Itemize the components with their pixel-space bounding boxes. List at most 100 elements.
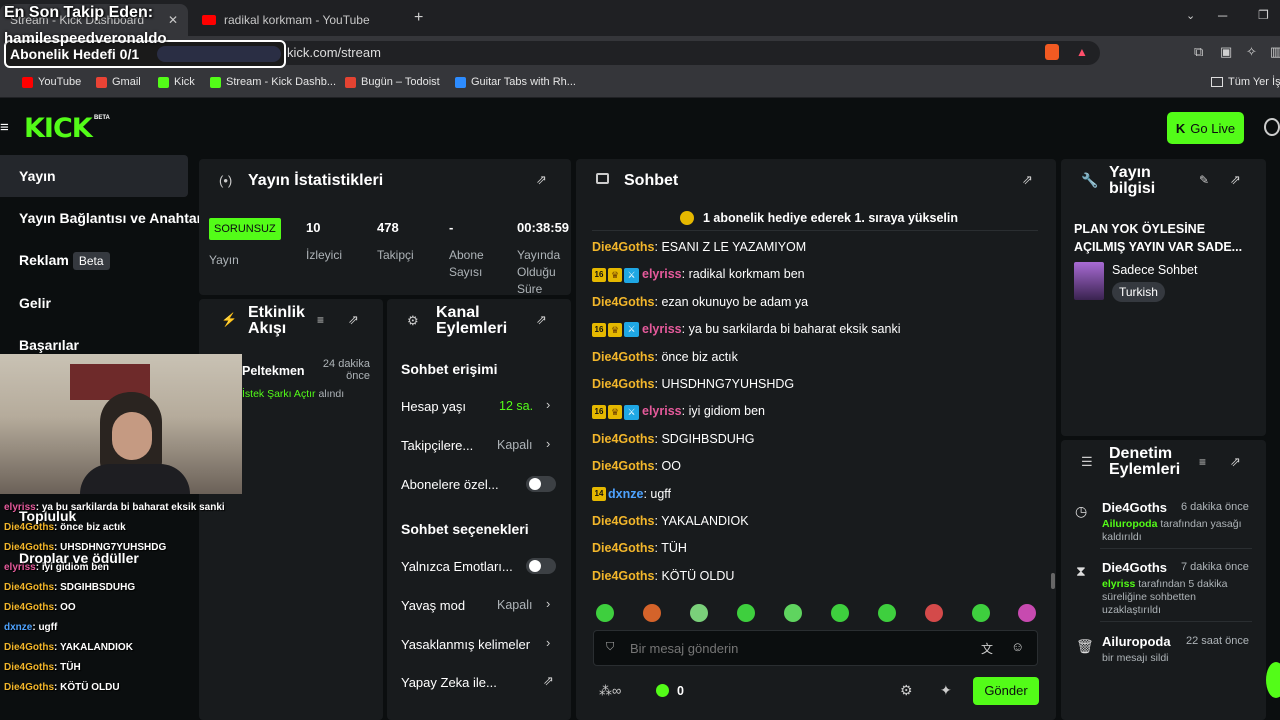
- chevron-right-icon[interactable]: ›: [546, 436, 550, 451]
- send-button[interactable]: Gönder: [973, 677, 1039, 705]
- bookmark-gmail[interactable]: Gmail: [96, 76, 141, 88]
- emote-icon[interactable]: [643, 604, 661, 622]
- bookmark-guitar-tabs[interactable]: Guitar Tabs with Rh...: [455, 76, 576, 88]
- sidebar-item-revenue[interactable]: Gelir: [19, 295, 51, 311]
- chat-message[interactable]: 16 ♛ ⚔ elyriss: iyi gidiom ben: [592, 404, 765, 420]
- emote-icon[interactable]: [690, 604, 708, 622]
- chat-username[interactable]: elyriss: [642, 267, 682, 281]
- mod-user: Die4Goths: [1102, 560, 1168, 575]
- chat-username[interactable]: Die4Goths: [592, 541, 655, 555]
- chat-message[interactable]: 16 ♛ ⚔ elyriss: radikal korkmam ben: [592, 267, 805, 283]
- chat-message[interactable]: Die4Goths: ezan okunuyo be adam ya: [592, 295, 808, 309]
- minimize-icon[interactable]: ─: [1218, 8, 1227, 23]
- sidebar-item-ads[interactable]: Reklam Beta: [19, 252, 110, 270]
- account-age-label[interactable]: Hesap yaşı: [401, 399, 466, 414]
- chat-message[interactable]: Die4Goths: UHSDHNG7YUHSHDG: [592, 377, 794, 391]
- brave-rewards-icon[interactable]: ▲: [1076, 45, 1088, 59]
- popout-icon[interactable]: ⇗: [1230, 454, 1241, 470]
- maximize-icon[interactable]: ❐: [1258, 8, 1269, 22]
- banned-words-label[interactable]: Yasaklanmış kelimeler: [401, 637, 530, 652]
- sidebar-item-achievements[interactable]: Başarılar: [19, 337, 79, 353]
- chat-username[interactable]: Die4Goths: [592, 350, 655, 364]
- emote-icon[interactable]: [1018, 604, 1036, 622]
- chat-message[interactable]: 16 ♛ ⚔ elyriss: ya bu sarkilarda bi baharat…: [592, 322, 901, 338]
- sidebar-item-stream[interactable]: Yayın: [19, 168, 56, 184]
- bookmark-all[interactable]: Tüm Yer İş: [1211, 76, 1280, 88]
- puzzle-icon[interactable]: ✦: [940, 682, 952, 699]
- avatar[interactable]: [1264, 118, 1280, 136]
- broadcast-icon: (•): [219, 173, 233, 188]
- bookmark-label: Bugün – Todoist: [361, 76, 440, 88]
- filter-icon[interactable]: ≡: [317, 313, 324, 327]
- chat-username[interactable]: Die4Goths: [592, 569, 655, 583]
- chevron-right-icon[interactable]: ›: [546, 596, 550, 611]
- chat-username[interactable]: dxnze: [608, 487, 643, 501]
- emote-icon[interactable]: [784, 604, 802, 622]
- chat-input[interactable]: [630, 638, 960, 658]
- sidebar-item-stream-key[interactable]: Yayın Bağlantısı ve Anahtar: [19, 210, 202, 226]
- chat-message[interactable]: 14 dxnze: ugff: [592, 487, 671, 502]
- slow-mode-label[interactable]: Yavaş mod: [401, 598, 465, 613]
- settings-gear-icon[interactable]: ⚙: [900, 682, 913, 699]
- translate-icon[interactable]: 文: [981, 640, 993, 657]
- chat-username[interactable]: Die4Goths: [592, 295, 655, 309]
- emote-icon[interactable]: [925, 604, 943, 622]
- new-tab-button[interactable]: +: [414, 9, 423, 27]
- bookmark-youtube[interactable]: YouTube: [22, 76, 81, 88]
- bookmark-kick-dashboard[interactable]: Stream - Kick Dashb...: [210, 76, 336, 88]
- floating-action-button[interactable]: [1266, 662, 1280, 698]
- chevron-right-icon[interactable]: ›: [546, 635, 550, 650]
- emote-icon[interactable]: [831, 604, 849, 622]
- brave-shield-icon[interactable]: [1045, 44, 1059, 60]
- popout-icon[interactable]: ⇗: [348, 312, 359, 328]
- edit-icon[interactable]: ✎: [1199, 173, 1209, 187]
- popout-icon[interactable]: ⇗: [1022, 172, 1033, 188]
- chevron-right-icon[interactable]: ›: [546, 397, 550, 412]
- leo-icon[interactable]: ✧: [1246, 44, 1257, 60]
- chat-scrollbar[interactable]: [1051, 573, 1055, 589]
- emote-icon[interactable]: [737, 604, 755, 622]
- users-icon[interactable]: ⁂∞: [599, 683, 621, 699]
- chat-message[interactable]: Die4Goths: ESANI Z LE YAZAMIYOM: [592, 240, 806, 254]
- tab-youtube[interactable]: radikal korkmam - YouTube: [192, 4, 412, 36]
- chat-username[interactable]: elyriss: [642, 322, 682, 336]
- popout-icon[interactable]: ⇗: [536, 312, 547, 328]
- followers-only-label[interactable]: Takipçilere...: [401, 438, 473, 453]
- popout-icon[interactable]: ⇗: [536, 172, 547, 188]
- bookmark-todoist[interactable]: Bugün – Todoist: [345, 76, 440, 88]
- chat-username[interactable]: Die4Goths: [592, 377, 655, 391]
- extensions-icon[interactable]: ⧉: [1194, 44, 1203, 60]
- chat-username[interactable]: Die4Goths: [592, 459, 655, 473]
- filter-icon[interactable]: ≡: [1199, 455, 1206, 469]
- chat-username[interactable]: Die4Goths: [592, 514, 655, 528]
- popout-icon[interactable]: ⇗: [1230, 172, 1241, 188]
- go-live-button[interactable]: K Go Live: [1167, 112, 1244, 144]
- close-icon[interactable]: ✕: [168, 13, 178, 27]
- chat-message[interactable]: Die4Goths: önce biz actık: [592, 350, 738, 364]
- menu-icon[interactable]: ≡: [0, 119, 9, 136]
- emote-icon[interactable]: [596, 604, 614, 622]
- overlay-chat-line: dxnze: ugff: [4, 622, 57, 633]
- external-link-icon[interactable]: ⇗: [543, 673, 554, 689]
- wallet-icon[interactable]: ▥: [1270, 44, 1280, 60]
- chat-message[interactable]: Die4Goths: YAKALANDIOK: [592, 514, 749, 528]
- chat-username[interactable]: Die4Goths: [592, 240, 655, 254]
- emote-icon[interactable]: [878, 604, 896, 622]
- chat-message[interactable]: Die4Goths: OO: [592, 459, 681, 473]
- chat-message[interactable]: Die4Goths: SDGIHBSDUHG: [592, 432, 755, 446]
- chat-message[interactable]: Die4Goths: TÜH: [592, 541, 687, 555]
- bookmark-kick[interactable]: Kick: [158, 76, 195, 88]
- chat-message[interactable]: Die4Goths: KÖTÜ OLDU: [592, 569, 734, 583]
- tab-search-icon[interactable]: ⌄: [1186, 9, 1195, 22]
- subs-only-toggle[interactable]: [526, 476, 556, 492]
- kick-logo[interactable]: KICK: [24, 113, 93, 144]
- webcam-feed: [0, 354, 242, 494]
- emote-icon[interactable]: [972, 604, 990, 622]
- url-field[interactable]: kick.com/stream: [150, 41, 1100, 65]
- sidebar-icon[interactable]: ▣: [1220, 44, 1232, 60]
- emotes-only-toggle[interactable]: [526, 558, 556, 574]
- ai-moderation-label[interactable]: Yapay Zeka ile...: [401, 675, 497, 690]
- chat-username[interactable]: elyriss: [642, 404, 682, 418]
- emoji-icon[interactable]: ☺: [1011, 639, 1024, 654]
- chat-username[interactable]: Die4Goths: [592, 432, 655, 446]
